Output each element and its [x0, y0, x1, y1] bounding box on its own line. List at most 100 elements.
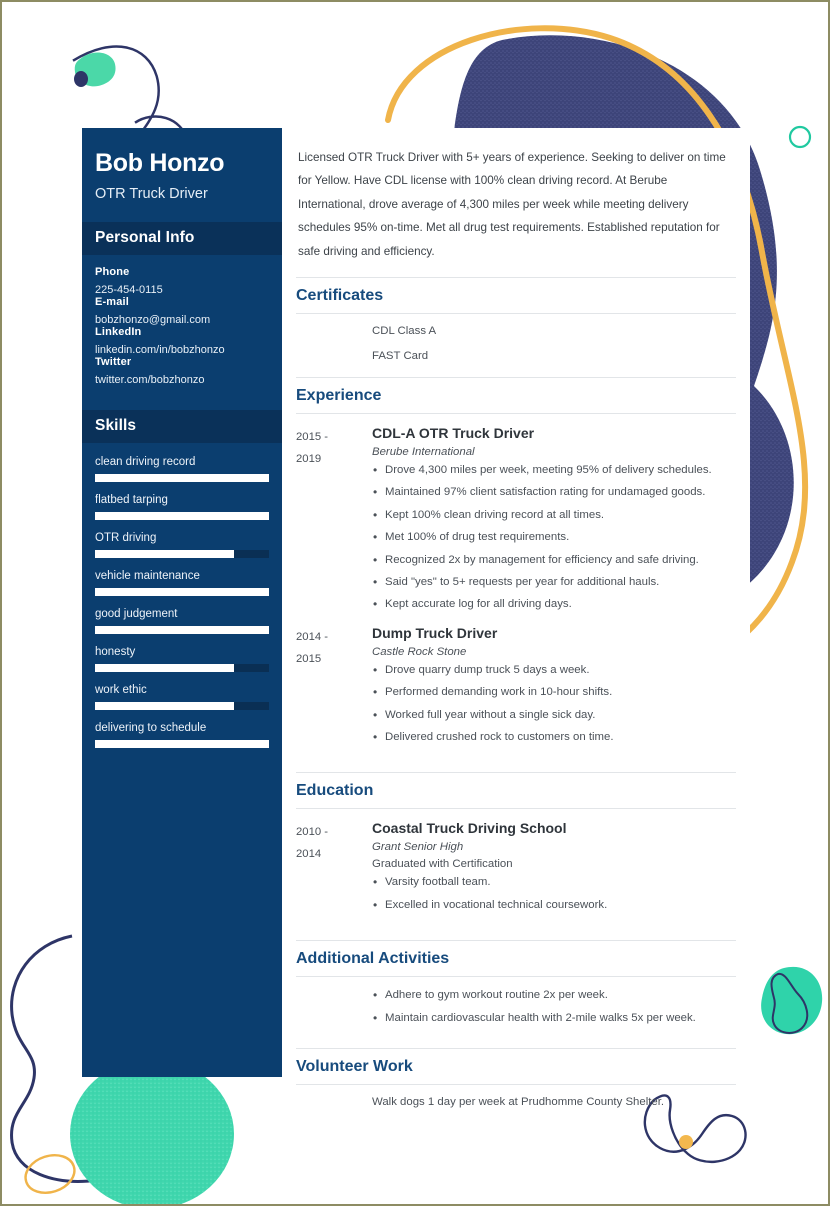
contact-value[interactable]: 225-454-0115 — [95, 284, 269, 296]
bullet-item: Worked full year without a single sick d… — [372, 707, 736, 730]
certificate-item: FAST Card — [372, 350, 429, 363]
experience-entry: 2015 - 2019 CDL-A OTR Truck Driver Berub… — [296, 425, 736, 620]
teal-circle-outline — [788, 125, 812, 149]
skill-name: delivering to schedule — [95, 721, 207, 734]
entry-school-sub: Grant Senior High — [372, 841, 464, 854]
contact-value[interactable]: twitter.com/bobzhonzo — [95, 374, 269, 386]
entry-bullets: Drove quarry dump truck 5 days a week. P… — [372, 662, 736, 753]
section-experience: Experience 2015 - 2019 CDL-A OTR Truck D… — [296, 375, 736, 770]
bullet-item: Maintained 97% client satisfaction ratin… — [372, 484, 736, 507]
entry-school-name: Coastal Truck Driving School — [372, 820, 567, 837]
skill-name: flatbed tarping — [95, 493, 168, 506]
skill-name: honesty — [95, 645, 136, 658]
section-title-volunteer-work: Volunteer Work — [296, 1047, 736, 1085]
orange-dot-bottom-right — [679, 1135, 693, 1149]
volunteer-work-body: Walk dogs 1 day per week at Prudhomme Co… — [296, 1085, 736, 1121]
contact-item-twitter: Twitter twitter.com/bobzhonzo — [95, 356, 269, 386]
resume-card: Bob Honzo OTR Truck Driver Personal Info… — [82, 128, 750, 1108]
bullet-item: Maintain cardiovascular health with 2-mi… — [372, 1009, 736, 1033]
entry-main: Coastal Truck Driving School Grant Senio… — [372, 820, 736, 920]
bullet-item: Varsity football team. — [372, 874, 736, 897]
contact-list: Phone 225-454-0115 E-mail bobzhonzo@gmai… — [82, 255, 282, 410]
skill-bar-track — [95, 663, 269, 672]
bullet-item: Recognized 2x by management for efficien… — [372, 552, 736, 575]
section-volunteer-work: Volunteer Work Walk dogs 1 day per week … — [296, 1046, 736, 1121]
professional-summary: Licensed OTR Truck Driver with 5+ years … — [298, 151, 726, 258]
skill-name: good judgement — [95, 607, 178, 620]
volunteer-item: Walk dogs 1 day per week at Prudhomme Co… — [372, 1095, 665, 1108]
bullet-item: Excelled in vocational technical coursew… — [372, 897, 736, 920]
entry-date-from: 2010 - — [296, 826, 329, 839]
skill-item: good judgement — [95, 608, 269, 634]
section-additional-activities: Additional Activities Adhere to gym work… — [296, 938, 736, 1046]
sidebar-heading-skills: Skills — [82, 409, 282, 443]
contact-value[interactable]: bobzhonzo@gmail.com — [95, 314, 269, 326]
navy-dot-top-left — [74, 71, 88, 87]
education-entry: 2010 - 2014 Coastal Truck Driving School… — [296, 820, 736, 920]
skill-bar-track — [95, 549, 269, 558]
skill-bar-track — [95, 701, 269, 710]
skill-item: vehicle maintenance — [95, 570, 269, 596]
entry-graduation-note: Graduated with Certification — [372, 858, 513, 871]
skill-bar-track — [95, 473, 269, 482]
main-content: Licensed OTR Truck Driver with 5+ years … — [282, 128, 750, 1108]
entry-date-from: 2015 - — [296, 431, 329, 444]
section-title-certificates: Certificates — [296, 277, 736, 315]
skill-bar-track — [95, 625, 269, 634]
skill-bar-fill — [95, 701, 235, 710]
bullet-item: Said "yes" to 5+ requests per year for a… — [372, 574, 736, 597]
skills-list: clean driving record flatbed tarping OTR… — [82, 443, 282, 778]
entry-date-to: 2014 — [296, 848, 322, 861]
contact-item-email: E-mail bobzhonzo@gmail.com — [95, 296, 269, 326]
skill-bar-fill — [95, 739, 269, 748]
contact-item-phone: Phone 225-454-0115 — [95, 266, 269, 296]
skill-bar-track — [95, 587, 269, 596]
teal-blob-top-left — [74, 52, 116, 87]
entry-date-from: 2014 - — [296, 630, 329, 643]
contact-label: LinkedIn — [95, 325, 142, 338]
resume-page: Bob Honzo OTR Truck Driver Personal Info… — [0, 0, 830, 1206]
entry-job-title: CDL-A OTR Truck Driver — [372, 425, 535, 442]
entry-bullets: Varsity football team. Excelled in vocat… — [372, 874, 736, 920]
bullet-item: Delivered crushed rock to customers on t… — [372, 729, 736, 752]
contact-label: Twitter — [95, 355, 132, 368]
entry-main: Dump Truck Driver Castle Rock Stone Drov… — [372, 625, 736, 753]
entry-dates: 2015 - 2019 — [296, 425, 372, 620]
section-education: Education 2010 - 2014 Coastal Truck Driv… — [296, 770, 736, 938]
certificates-body: CDL Class A FAST Card — [296, 314, 736, 375]
skill-bar-track — [95, 739, 269, 748]
candidate-role: OTR Truck Driver — [95, 185, 208, 202]
additional-activities-body: Adhere to gym workout routine 2x per wee… — [296, 977, 736, 1046]
contact-value[interactable]: linkedin.com/in/bobzhonzo — [95, 344, 269, 356]
certificate-item: CDL Class A — [372, 325, 437, 338]
skill-item: OTR driving — [95, 532, 269, 558]
entry-date-to: 2019 — [296, 453, 322, 466]
entry-main: CDL-A OTR Truck Driver Berube Internatio… — [372, 425, 736, 620]
entry-dates: 2014 - 2015 — [296, 625, 372, 753]
contact-label: E-mail — [95, 295, 129, 308]
entry-job-title: Dump Truck Driver — [372, 624, 498, 641]
skill-name: OTR driving — [95, 531, 157, 544]
skill-bar-fill — [95, 511, 269, 520]
bullet-item: Drove 4,300 miles per week, meeting 95% … — [372, 462, 736, 485]
section-certificates: Certificates CDL Class A FAST Card — [296, 275, 736, 375]
entry-bullets: Adhere to gym workout routine 2x per wee… — [372, 987, 736, 1033]
skill-bar-fill — [95, 625, 269, 634]
bullet-item: Performed demanding work in 10-hour shif… — [372, 684, 736, 707]
skill-item: work ethic — [95, 684, 269, 710]
bullet-item: Kept accurate log for all driving days. — [372, 596, 736, 619]
bullet-item: Met 100% of drug test requirements. — [372, 529, 736, 552]
section-title-additional-activities: Additional Activities — [296, 940, 736, 978]
bullet-item: Drove quarry dump truck 5 days a week. — [372, 662, 736, 685]
entry-date-to: 2015 — [296, 652, 322, 665]
skill-bar-fill — [95, 587, 269, 596]
education-body: 2010 - 2014 Coastal Truck Driving School… — [296, 809, 736, 938]
entry-dates: 2010 - 2014 — [296, 820, 372, 920]
skill-name: vehicle maintenance — [95, 569, 200, 582]
entry-bullets: Drove 4,300 miles per week, meeting 95% … — [372, 462, 736, 620]
sidebar: Bob Honzo OTR Truck Driver Personal Info… — [82, 128, 282, 1077]
candidate-name: Bob Honzo — [95, 149, 225, 177]
orange-ellipse-bottom-left — [24, 1154, 76, 1194]
contact-item-linkedin: LinkedIn linkedin.com/in/bobzhonzo — [95, 326, 269, 356]
skill-bar-fill — [95, 549, 235, 558]
